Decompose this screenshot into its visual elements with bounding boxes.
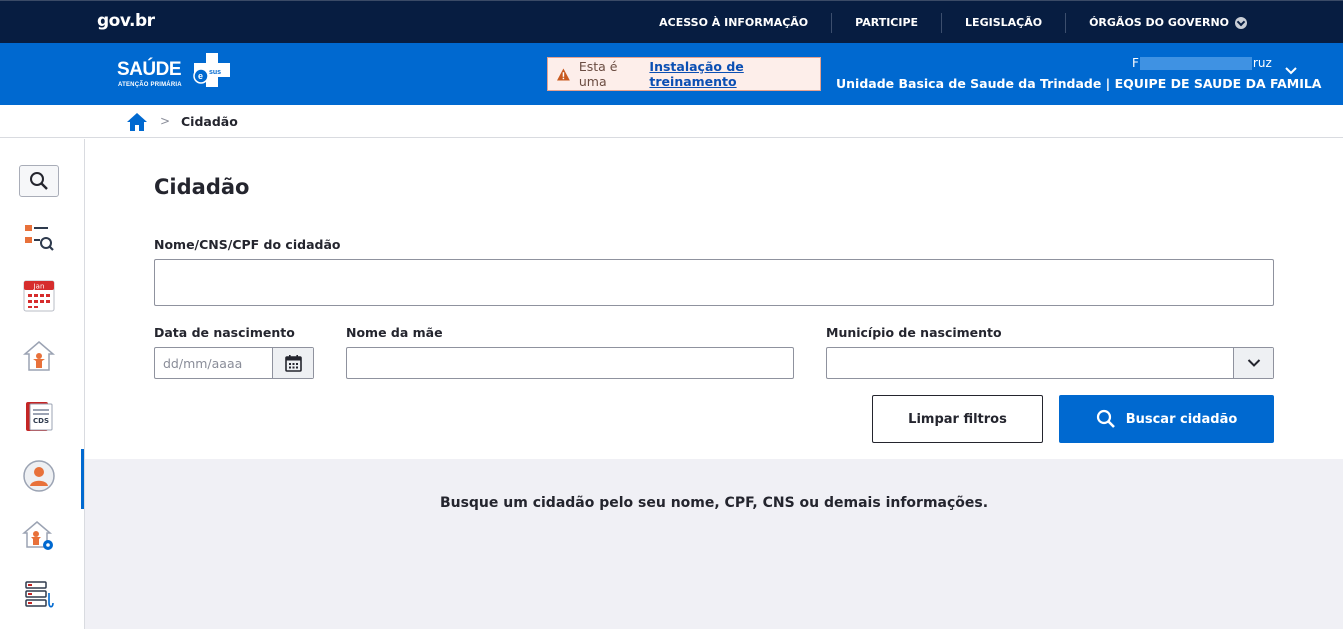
mother-name-field[interactable]: [346, 347, 794, 379]
gov-link-orgaos[interactable]: ÓRGÃOS DO GOVERNO: [1065, 12, 1343, 33]
calendar-icon: Jan: [23, 280, 55, 312]
rail-records[interactable]: [18, 579, 60, 613]
search-label: Nome/CNS/CPF do cidadão: [154, 237, 341, 252]
side-rail: Jan CDS: [0, 139, 85, 629]
training-prefix: Esta é uma: [578, 59, 618, 89]
birth-date-placeholder: dd/mm/aaaa: [163, 355, 243, 371]
citizen-icon: [23, 460, 55, 492]
chevron-down-icon: [1235, 16, 1247, 29]
rail-home-settings[interactable]: [18, 519, 60, 553]
warning-icon: [557, 68, 570, 80]
birth-date-label: Data de nascimento: [154, 325, 295, 340]
birth-date-field[interactable]: dd/mm/aaaa: [154, 347, 314, 379]
mother-name-label: Nome da mãe: [346, 325, 443, 340]
birth-city-dropdown-button[interactable]: [1233, 348, 1273, 378]
user-name-start: F: [1132, 56, 1139, 70]
breadcrumb-separator: >: [160, 114, 171, 128]
search-citizen-label: Buscar cidadão: [1125, 411, 1238, 427]
gov-link-participe[interactable]: PARTICIPE: [831, 12, 941, 33]
home-icon[interactable]: [126, 112, 148, 132]
training-link[interactable]: Instalação de treinamento: [649, 59, 820, 89]
search-input[interactable]: [154, 259, 1274, 306]
esus-cross-icon: e sus: [193, 53, 230, 87]
cds-icon: CDS: [26, 402, 53, 431]
rail-citizen-list[interactable]: [18, 221, 60, 255]
citizen-list-icon: [25, 225, 54, 251]
gov-bar: gov.br ACESSO À INFORMAÇÃO PARTICIPE LEG…: [0, 0, 1343, 43]
user-name: Fruz: [1132, 56, 1272, 70]
rail-calendar[interactable]: Jan: [18, 279, 60, 313]
calendar-icon: [284, 355, 302, 372]
gov-logo[interactable]: gov.br: [97, 11, 155, 31]
rail-citizen[interactable]: [18, 459, 60, 493]
search-icon: [1096, 409, 1115, 428]
logo-badge: sus: [209, 69, 221, 76]
home-settings-icon: [22, 521, 53, 550]
page-title: Cidadão: [154, 175, 250, 199]
cds-label: CDS: [33, 417, 49, 425]
gov-link-orgaos-label: ÓRGÃOS DO GOVERNO: [1089, 15, 1229, 29]
rail-cds[interactable]: CDS: [18, 399, 60, 433]
gov-link-acesso[interactable]: ACESSO À INFORMAÇÃO: [636, 13, 831, 33]
chevron-down-icon[interactable]: [1284, 64, 1298, 78]
saude-esus-logo[interactable]: SAÚDE ATENÇÃO PRIMÁRIA e sus: [117, 52, 237, 96]
birth-city-select[interactable]: [826, 347, 1274, 379]
unit-name: Unidade Basica de Saude da Trindade | EQ…: [836, 76, 1322, 91]
home-visit-icon: [22, 341, 56, 371]
gov-link-legislacao[interactable]: LEGISLAÇÃO: [941, 12, 1065, 33]
birth-city-label: Município de nascimento: [826, 325, 1002, 340]
svg-text:e: e: [198, 71, 203, 81]
redacted-block: [1139, 57, 1252, 70]
calendar-month: Jan: [33, 283, 45, 291]
date-picker-button[interactable]: [272, 348, 313, 378]
training-notice: Esta é uma Instalação de treinamento: [547, 57, 821, 91]
records-icon: [25, 581, 54, 608]
logo-title: SAÚDE: [117, 59, 182, 80]
rail-home-visit[interactable]: [18, 339, 60, 373]
breadcrumb-current: Cidadão: [181, 114, 238, 129]
breadcrumb: > Cidadão: [0, 105, 1343, 138]
app-header: SAÚDE ATENÇÃO PRIMÁRIA e sus Esta é uma …: [0, 43, 1343, 105]
active-indicator: [81, 449, 84, 509]
results-area: Busque um cidadão pelo seu nome, CPF, CN…: [85, 459, 1343, 629]
clear-filters-button[interactable]: Limpar filtros: [872, 395, 1043, 443]
chevron-down-icon: [1247, 359, 1260, 367]
search-icon: [30, 172, 48, 190]
rail-search[interactable]: [19, 165, 59, 197]
empty-results-message: Busque um cidadão pelo seu nome, CPF, CN…: [439, 495, 989, 511]
gov-links: ACESSO À INFORMAÇÃO PARTICIPE LEGISLAÇÃO…: [636, 1, 1343, 44]
user-name-end: ruz: [1252, 56, 1272, 70]
search-citizen-button[interactable]: Buscar cidadão: [1059, 395, 1274, 443]
logo-subtitle: ATENÇÃO PRIMÁRIA: [118, 82, 182, 88]
